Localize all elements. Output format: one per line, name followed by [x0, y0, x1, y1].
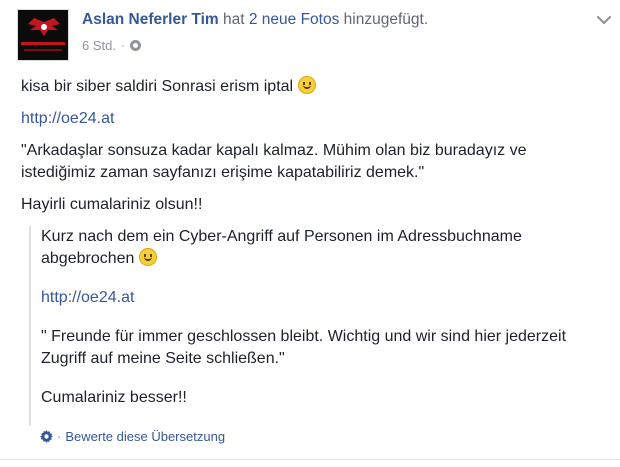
gear-icon[interactable]	[40, 430, 53, 443]
rate-translation: · Bewerte diese Übersetzung	[40, 429, 225, 444]
translation-line-1: Kurz nach dem ein Cyber-Angriff auf Pers…	[41, 226, 590, 270]
post-line-2: http://oe24.at	[21, 108, 590, 130]
post-line-3: "Arkadaşlar sonsuza kadar kapalı kalmaz.…	[21, 142, 527, 181]
meta-separator: ·	[120, 39, 125, 52]
translation-text-1: Kurz nach dem ein Cyber-Angriff auf Pers…	[41, 228, 522, 267]
translation-block: Kurz nach dem ein Cyber-Angriff auf Pers…	[29, 226, 590, 426]
translation-line-3: " Freunde für immer geschlossen bleibt. …	[41, 328, 567, 367]
action-suffix: hinzugefügt.	[343, 11, 429, 28]
logo-banner-sub	[24, 49, 62, 51]
rate-separator: ·	[57, 429, 62, 444]
page-avatar[interactable]	[17, 9, 69, 61]
translation-link[interactable]: http://oe24.at	[41, 289, 134, 306]
post-meta: 6 Std. ·	[82, 38, 141, 53]
author-name-link[interactable]: Aslan Neferler Tim	[82, 11, 219, 28]
timestamp-link[interactable]: 6 Std.	[82, 38, 116, 53]
page-logo-icon	[28, 18, 60, 36]
post-body: kisa bir siber saldiri Sonrasi erism ipt…	[21, 76, 590, 226]
chevron-down-icon[interactable]	[593, 11, 615, 29]
photos-link[interactable]: 2 neue Fotos	[249, 11, 339, 28]
action-prefix: hat	[223, 11, 245, 28]
divider	[0, 459, 620, 460]
smiley-emoji-icon	[138, 248, 157, 266]
post-line-1: kisa bir siber saldiri Sonrasi erism ipt…	[21, 76, 590, 98]
translation-line-2: http://oe24.at	[41, 287, 590, 309]
post-action: hat 2 neue Fotos hinzugefügt.	[223, 11, 428, 28]
rate-translation-link[interactable]: Bewerte diese Übersetzung	[65, 429, 225, 444]
post-line-4: Hayirli cumalariniz olsun!!	[21, 196, 203, 213]
post-text-1: kisa bir siber saldiri Sonrasi erism ipt…	[21, 78, 294, 95]
translation-line-4: Cumalariniz besser!!	[41, 389, 187, 406]
post-header: Aslan Neferler Tim hat 2 neue Fotos hinz…	[82, 11, 428, 29]
logo-banner	[21, 42, 65, 45]
smiley-emoji-icon	[297, 76, 316, 94]
globe-icon[interactable]	[129, 40, 141, 51]
post-link[interactable]: http://oe24.at	[21, 110, 114, 127]
